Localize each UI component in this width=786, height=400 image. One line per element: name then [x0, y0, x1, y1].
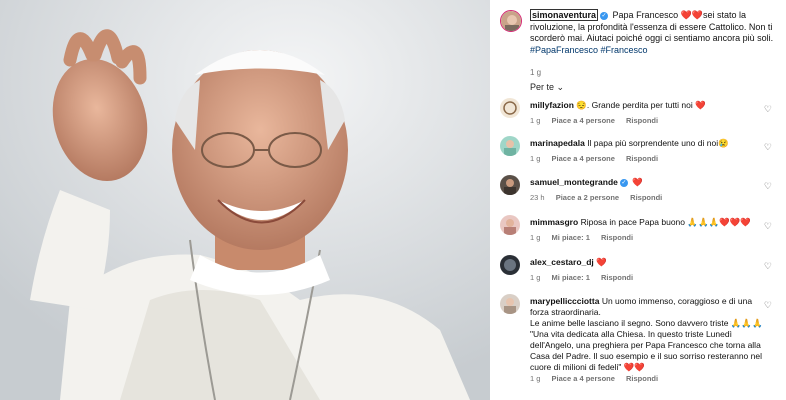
comment-likes[interactable]: Piace a 4 persone — [552, 116, 615, 125]
commenter-username[interactable]: mimmasgro — [530, 217, 578, 227]
comment-meta: 1 g Piace a 4 persone Rispondi — [530, 154, 667, 163]
comment-meta: 1 g Mi piace: 1 Rispondi — [530, 273, 642, 282]
sort-dropdown[interactable]: Per te ⌄ — [530, 82, 564, 93]
commenter-avatar[interactable] — [500, 255, 520, 275]
comment-time: 1 g — [530, 233, 541, 242]
comment-meta: 1 g Piace a 4 persone Rispondi — [530, 116, 667, 125]
verified-icon: ✓ — [600, 11, 609, 20]
commenter-avatar[interactable] — [500, 175, 520, 195]
comment-likes[interactable]: Piace a 4 persone — [552, 374, 615, 383]
commenter-username[interactable]: alex_cestaro_dj — [530, 257, 594, 267]
pope-photo-illustration — [0, 0, 490, 400]
commenter-avatar[interactable] — [500, 294, 520, 314]
comment-body: millyfazion 😔. Grande perdita per tutti … — [530, 100, 770, 111]
like-heart-icon[interactable]: ♡ — [764, 221, 772, 232]
comment-time: 1 g — [530, 154, 541, 163]
comment-body: samuel_montegrande ✓ ❤️ — [530, 177, 770, 188]
comment-text: Il papa più sorprendente uno di noi😢 — [587, 138, 729, 148]
commenter-username[interactable]: samuel_montegrande — [530, 177, 618, 187]
comment-time: 1 g — [530, 374, 541, 383]
comment-meta: 1 g Piace a 4 persone Rispondi — [530, 374, 667, 383]
comment-text-line3: "Una vita dedicata alla Chiesa. In quest… — [530, 329, 762, 372]
commenter-username[interactable]: millyfazion — [530, 100, 574, 110]
post-photo — [0, 0, 490, 400]
verified-icon: ✓ — [619, 178, 628, 187]
reply-button[interactable]: Rispondi — [601, 233, 633, 242]
caption-time: 1 g — [530, 68, 542, 77]
comment-text-line2: Le anime belle lasciano il segno. Sono d… — [530, 318, 763, 328]
reply-button[interactable]: Rispondi — [626, 154, 658, 163]
caption-hashtags[interactable]: #PapaFrancesco #Francesco — [530, 45, 648, 55]
caption-text: simonaventura ✓ Papa Francesco ❤️❤️sei st… — [530, 9, 780, 56]
comments-panel: simonaventura ✓ Papa Francesco ❤️❤️sei st… — [490, 0, 786, 400]
comment-text: Riposa in pace Papa buono 🙏🙏🙏❤️❤️❤️ — [580, 217, 751, 227]
caption-hearts: ❤️❤️ — [680, 10, 704, 20]
reply-button[interactable]: Rispondi — [626, 116, 658, 125]
comment-text: ❤️ — [632, 177, 643, 187]
like-heart-icon[interactable]: ♡ — [764, 142, 772, 153]
comment-text: 😔. Grande perdita per tutti noi ❤️ — [576, 100, 706, 110]
comment-likes[interactable]: Piace a 2 persone — [556, 193, 619, 202]
like-heart-icon[interactable]: ♡ — [764, 300, 772, 311]
like-heart-icon[interactable]: ♡ — [764, 181, 772, 192]
comment-text: ❤️ — [596, 257, 607, 267]
reply-button[interactable]: Rispondi — [626, 374, 658, 383]
comment-likes[interactable]: Mi piace: 1 — [552, 233, 590, 242]
commenter-username[interactable]: marypelliccciotta — [530, 296, 599, 306]
commenter-avatar[interactable] — [500, 215, 520, 235]
commenter-username[interactable]: marinapedala — [530, 138, 585, 148]
author-avatar[interactable] — [500, 10, 522, 32]
comment-meta: 23 h Piace a 2 persone Rispondi — [530, 193, 671, 202]
caption-text-start: Papa Francesco — [612, 10, 681, 20]
comment-meta: 1 g Mi piace: 1 Rispondi — [530, 233, 642, 242]
commenter-avatar[interactable] — [500, 98, 520, 118]
comment-time: 23 h — [530, 193, 545, 202]
comment-body: mimmasgro Riposa in pace Papa buono 🙏🙏🙏❤… — [530, 217, 770, 228]
comment-body: alex_cestaro_dj ❤️ — [530, 257, 770, 268]
reply-button[interactable]: Rispondi — [630, 193, 662, 202]
like-heart-icon[interactable]: ♡ — [764, 261, 772, 272]
comment-likes[interactable]: Mi piace: 1 — [552, 273, 590, 282]
author-username[interactable]: simonaventura — [530, 9, 599, 21]
reply-button[interactable]: Rispondi — [601, 273, 633, 282]
like-heart-icon[interactable]: ♡ — [764, 104, 772, 115]
comment-body: marypelliccciotta Un uomo immenso, corag… — [530, 296, 770, 373]
commenter-avatar[interactable] — [500, 136, 520, 156]
comment-body: marinapedala Il papa più sorprendente un… — [530, 138, 770, 149]
comment-likes[interactable]: Piace a 4 persone — [552, 154, 615, 163]
comment-time: 1 g — [530, 116, 541, 125]
comment-time: 1 g — [530, 273, 541, 282]
